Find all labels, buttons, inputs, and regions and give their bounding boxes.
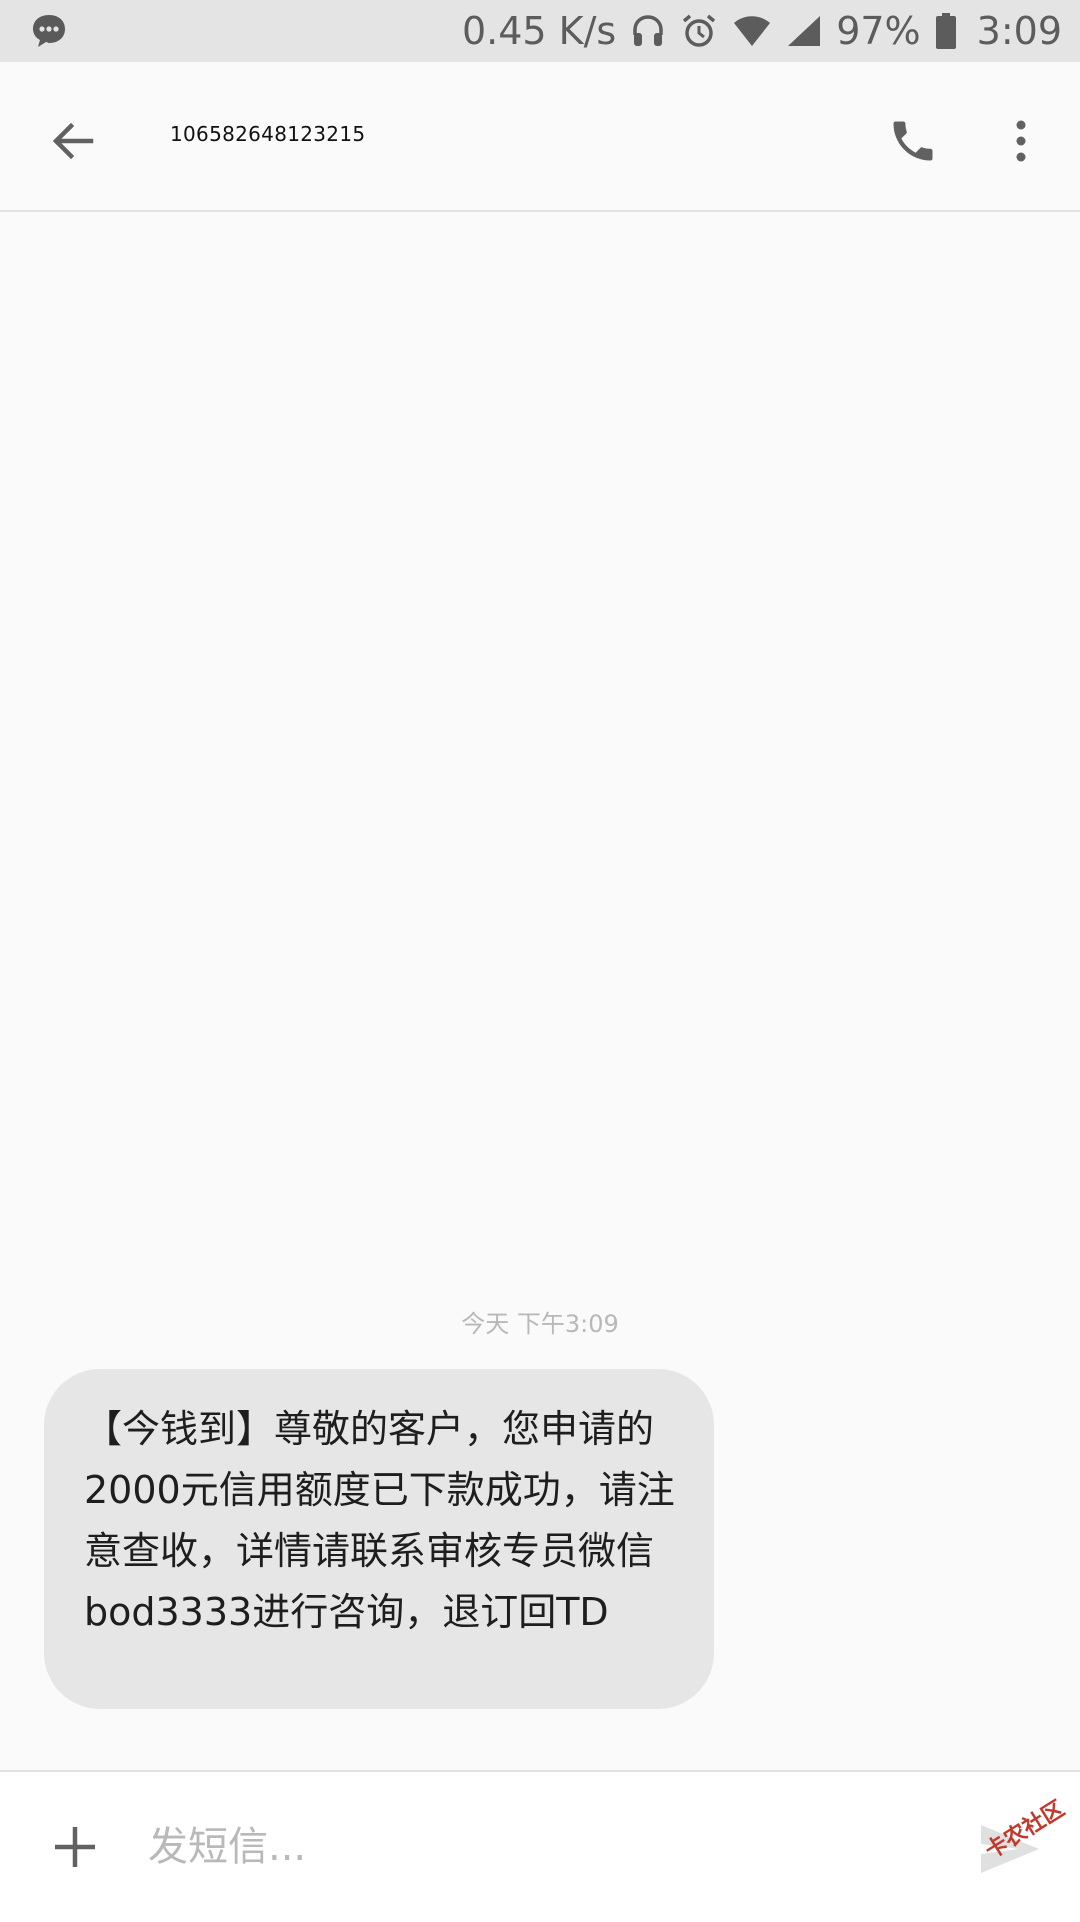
signal-icon (786, 14, 822, 48)
message-text: 【今钱到】尊敬的客户，您申请的2000元信用额度已下款成功，请注意查收，详情请联… (84, 1407, 675, 1634)
app-bar: 106582648123215 (0, 62, 1080, 212)
headphones-icon (630, 13, 666, 49)
more-vert-icon (1016, 120, 1026, 162)
back-button[interactable] (38, 106, 108, 176)
add-attachment-button[interactable] (40, 1812, 110, 1882)
call-button[interactable] (878, 106, 948, 176)
wifi-icon (732, 14, 772, 48)
conversation-title: 106582648123215 (170, 122, 366, 146)
more-options-button[interactable] (986, 106, 1056, 176)
plus-icon (55, 1827, 95, 1867)
message-timestamp: 今天 下午3:09 (461, 1310, 619, 1338)
alarm-icon (680, 12, 718, 50)
phone-icon (893, 121, 933, 161)
message-bubble[interactable]: 【今钱到】尊敬的客户，您申请的2000元信用额度已下款成功，请注意查收，详情请联… (44, 1369, 714, 1709)
message-notification-icon (30, 12, 68, 50)
battery-percent: 97% (836, 9, 921, 53)
clock: 3:09 (976, 9, 1062, 53)
network-speed: 0.45 K/s (461, 9, 617, 53)
battery-icon (935, 12, 957, 50)
message-input[interactable] (148, 1812, 928, 1882)
compose-bar (0, 1770, 1080, 1922)
status-bar: 0.45 K/s 97% 3:09 (0, 0, 1080, 62)
arrow-back-icon (52, 122, 94, 160)
